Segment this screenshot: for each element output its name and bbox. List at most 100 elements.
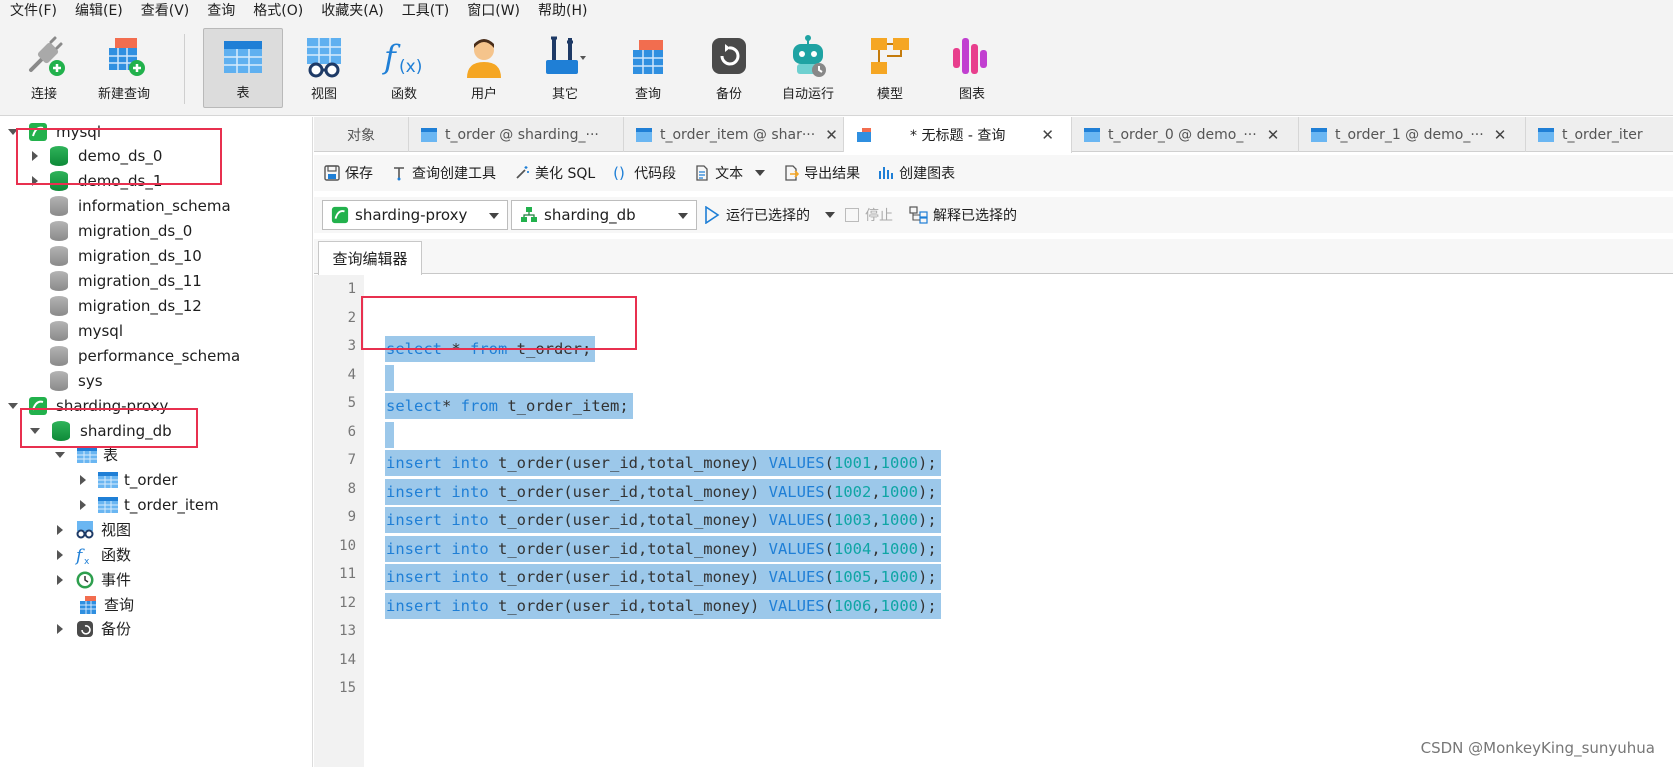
view-button[interactable]: 视图 [284,28,364,108]
menu-format[interactable]: 格式(O) [253,0,303,20]
view-icon [307,38,341,78]
connection-select[interactable]: sharding-proxy [322,200,508,230]
tree-folder-queries[interactable]: 查询 [78,592,134,617]
tree-db-migration_ds_12[interactable]: migration_ds_12 [50,293,202,318]
tab-t_order_item-sharding[interactable]: t_order_item @ shar··· ✕ [624,117,844,152]
table-button[interactable]: 表 [203,28,283,108]
document-icon [696,165,708,181]
tree-folder-views[interactable]: 视图 [57,517,131,542]
menu-help[interactable]: 帮助(H) [538,0,587,20]
database-select[interactable]: sharding_db [511,200,697,230]
menu-view[interactable]: 查看(V) [141,0,190,20]
sql-editor[interactable]: 1 2 3 4 5 6 7 8 9 10 11 12 13 14 15 sele… [314,275,1673,767]
tab-untitled-query[interactable]: * 无标题 - 查询 ✕ [844,117,1072,153]
number-literal: 1006 [833,597,872,615]
code-line-select-t_order_item[interactable]: select* from t_order_item; [385,393,633,419]
query-icon [857,128,871,142]
tree-db-migration_ds_11[interactable]: migration_ds_11 [50,268,202,293]
code-line-insert[interactable]: insert into t_order(user_id,total_money)… [385,564,941,590]
menu-window[interactable]: 窗口(W) [467,0,520,20]
close-icon[interactable]: ✕ [1267,126,1280,144]
backup-button[interactable]: 备份 [689,28,769,108]
close-icon[interactable]: ✕ [1494,126,1507,144]
code-text: t_order(user_id,total_money) [488,568,769,586]
code-line-insert[interactable]: insert into t_order(user_id,total_money)… [385,450,941,476]
run-selected-button[interactable]: 运行已选择的 [704,205,810,225]
expand-icon[interactable] [57,574,63,585]
tab-t_order-sharding[interactable]: t_order @ sharding_··· [409,117,624,152]
connect-button[interactable]: 连接 [4,28,84,108]
number-literal: 1002 [833,483,872,501]
code-line-insert[interactable]: insert into t_order(user_id,total_money)… [385,479,941,505]
menu-file[interactable]: 文件(F) [10,0,57,20]
collapse-icon[interactable] [8,402,18,409]
text-button[interactable]: 文本 [694,163,766,183]
expand-icon[interactable] [57,549,63,560]
auto-run-button[interactable]: 自动运行 [768,28,848,108]
tree-folder-functions[interactable]: f x 函数 [57,542,131,567]
menu-tools[interactable]: 工具(T) [402,0,449,20]
document-tab-bar: 对象 t_order @ sharding_··· t_order_item @… [314,117,1673,153]
tree-db-information_schema[interactable]: information_schema [50,193,231,218]
tree-db-migration_ds_10[interactable]: migration_ds_10 [50,243,202,268]
function-button[interactable]: f (x) 函数 [364,28,444,108]
save-button[interactable]: 保存 [324,163,373,183]
folder-label: 函数 [101,546,132,564]
expand-icon[interactable] [80,474,86,485]
model-button[interactable]: 模型 [850,28,930,108]
tree-folder-events[interactable]: 事件 [57,567,131,592]
code-line-insert[interactable]: insert into t_order(user_id,total_money)… [385,593,941,619]
tree-db-sys[interactable]: sys [50,368,103,393]
keyword: insert [386,483,442,501]
beautify-sql-button[interactable]: 美化 SQL [514,163,595,183]
query-button[interactable]: 查询 [608,28,688,108]
close-icon[interactable]: ✕ [825,126,838,144]
code-line-empty[interactable] [385,422,394,448]
menu-favorites[interactable]: 收藏夹(A) [321,0,384,20]
code-line-insert[interactable]: insert into t_order(user_id,total_money)… [385,536,941,562]
tab-t_order_item-demo[interactable]: t_order_iter [1526,117,1673,152]
new-query-button[interactable]: 新建查询 [84,28,164,108]
menu-edit[interactable]: 编辑(E) [75,0,123,20]
chart-button[interactable]: 图表 [932,28,1012,108]
export-result-button[interactable]: 导出结果 [783,163,860,183]
tree-db-mysql[interactable]: mysql [50,318,123,343]
explain-selected-button[interactable]: 解释已选择的 [909,205,1017,225]
robot-icon [793,35,826,77]
create-chart-button[interactable]: 创建图表 [878,163,955,183]
expand-icon[interactable] [57,524,63,535]
tree-db-performance_schema[interactable]: performance_schema [50,343,240,368]
user-button[interactable]: 用户 [444,28,524,108]
tree-folder-backups[interactable]: 备份 [57,616,131,641]
code-line-empty[interactable] [385,365,394,391]
table-icon [1538,127,1554,142]
menu-query[interactable]: 查询 [207,0,235,20]
code-snippet-button[interactable]: () 代码段 [613,163,676,183]
collapse-icon[interactable] [55,451,65,458]
query-builder-button[interactable]: 查询创建工具 [391,163,496,183]
stop-button[interactable]: 停止 [845,205,893,225]
query-builder-label: 查询创建工具 [412,166,496,182]
highlight-box-demo-dbs [16,128,222,185]
expand-icon[interactable] [57,623,63,634]
other-button[interactable]: 其它 [525,28,605,108]
chevron-down-icon[interactable] [825,212,835,218]
tree-db-migration_ds_0[interactable]: migration_ds_0 [50,218,192,243]
chevron-down-icon[interactable] [755,170,766,176]
tab-query-editor[interactable]: 查询编辑器 [318,241,422,275]
line-number: 15 [339,680,356,696]
tab-objects[interactable]: 对象 [314,117,409,152]
number-literal: 1000 [880,540,918,558]
tab-t_order_1-demo[interactable]: t_order_1 @ demo_··· ✕ [1299,117,1526,152]
close-icon[interactable]: ✕ [1041,126,1054,144]
mysql-connection-icon [331,206,349,224]
tab-t_order_0-demo[interactable]: t_order_0 @ demo_··· ✕ [1072,117,1299,152]
expand-icon[interactable] [80,499,86,510]
snippet-label: 代码段 [634,166,677,182]
connection-bar: sharding-proxy sharding_db 运行已选择的 停止 解释已… [314,197,1673,233]
tab-label: t_order_item @ shar··· [660,126,816,143]
code-line-insert[interactable]: insert into t_order(user_id,total_money)… [385,507,941,533]
table-icon [636,127,652,142]
tree-table-t_order_item[interactable]: t_order_item [80,492,219,517]
tree-table-t_order[interactable]: t_order [80,467,177,492]
